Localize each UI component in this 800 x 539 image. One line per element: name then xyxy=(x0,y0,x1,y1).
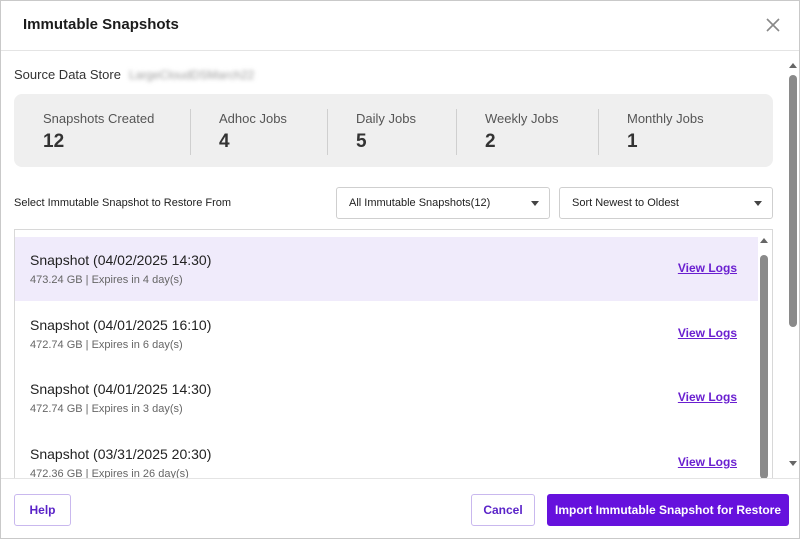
stat-label: Weekly Jobs xyxy=(485,111,559,126)
stat-value: 1 xyxy=(627,131,638,152)
view-logs-link[interactable]: View Logs xyxy=(678,326,737,340)
snapshot-row[interactable]: Snapshot (04/02/2025 14:30) 473.24 GB | … xyxy=(15,237,758,301)
view-logs-link[interactable]: View Logs xyxy=(678,261,737,275)
help-button[interactable]: Help xyxy=(14,494,71,526)
stats-panel: Snapshots Created 12 Adhoc Jobs 4 Daily … xyxy=(14,94,773,167)
snapshot-details: 472.74 GB | Expires in 6 day(s) xyxy=(30,339,183,351)
scrollbar-thumb[interactable] xyxy=(789,75,797,327)
snapshot-details: 472.74 GB | Expires in 3 day(s) xyxy=(30,403,183,415)
source-data-store: Source Data Store LargeCloudDSMarch22 xyxy=(14,67,254,82)
list-scrollbar[interactable] xyxy=(757,230,772,478)
chevron-down-icon xyxy=(754,201,762,206)
scroll-up-icon[interactable] xyxy=(789,63,797,68)
sort-selected-value: Sort Newest to Oldest xyxy=(572,197,679,209)
snapshot-title: Snapshot (04/01/2025 16:10) xyxy=(30,317,212,333)
close-button[interactable] xyxy=(761,13,785,37)
snapshot-row[interactable]: Snapshot (04/01/2025 14:30) 472.74 GB | … xyxy=(15,366,758,430)
snapshot-list: Snapshot (04/02/2025 14:30) 473.24 GB | … xyxy=(14,229,773,478)
source-value: LargeCloudDSMarch22 xyxy=(128,67,255,82)
view-logs-link[interactable]: View Logs xyxy=(678,390,737,404)
scrollbar-thumb[interactable] xyxy=(760,255,768,478)
snapshot-row[interactable]: Snapshot (04/01/2025 16:10) 472.74 GB | … xyxy=(15,302,758,366)
snapshot-row[interactable]: Snapshot (03/31/2025 20:30) 472.36 GB | … xyxy=(15,431,758,478)
stat-value: 4 xyxy=(219,131,230,152)
cancel-button[interactable]: Cancel xyxy=(471,494,535,526)
snapshot-title: Snapshot (04/02/2025 14:30) xyxy=(30,252,212,268)
close-icon xyxy=(766,18,780,32)
select-snapshot-label: Select Immutable Snapshot to Restore Fro… xyxy=(14,197,232,209)
dialog-header: Immutable Snapshots xyxy=(1,1,799,51)
stat-label: Snapshots Created xyxy=(43,111,155,126)
snapshot-filter-dropdown[interactable]: All Immutable Snapshots(12) xyxy=(336,187,550,219)
snapshot-details: 472.36 GB | Expires in 26 day(s) xyxy=(30,468,189,478)
stat-value: 2 xyxy=(485,131,496,152)
stat-label: Adhoc Jobs xyxy=(219,111,287,126)
snapshot-details: 473.24 GB | Expires in 4 day(s) xyxy=(30,274,183,286)
stat-divider xyxy=(190,109,191,155)
snapshot-title: Snapshot (04/01/2025 14:30) xyxy=(30,381,212,397)
stat-divider xyxy=(598,109,599,155)
scroll-up-icon[interactable] xyxy=(760,238,768,243)
dialog-footer: Help Cancel Import Immutable Snapshot fo… xyxy=(1,478,799,538)
import-snapshot-button[interactable]: Import Immutable Snapshot for Restore xyxy=(547,494,789,526)
stat-label: Daily Jobs xyxy=(356,111,416,126)
stat-label: Monthly Jobs xyxy=(627,111,704,126)
immutable-snapshots-dialog: Immutable Snapshots Source Data Store La… xyxy=(0,0,800,539)
source-label: Source Data Store xyxy=(14,67,121,82)
stat-divider xyxy=(327,109,328,155)
stat-value: 12 xyxy=(43,131,65,152)
filter-selected-value: All Immutable Snapshots(12) xyxy=(349,197,491,209)
stat-divider xyxy=(456,109,457,155)
view-logs-link[interactable]: View Logs xyxy=(678,455,737,469)
sort-order-dropdown[interactable]: Sort Newest to Oldest xyxy=(559,187,773,219)
dialog-scrollbar[interactable] xyxy=(788,59,798,471)
chevron-down-icon xyxy=(531,201,539,206)
scroll-down-icon[interactable] xyxy=(789,461,797,466)
stat-value: 5 xyxy=(356,131,367,152)
snapshot-title: Snapshot (03/31/2025 20:30) xyxy=(30,446,212,462)
dialog-title: Immutable Snapshots xyxy=(23,16,179,33)
